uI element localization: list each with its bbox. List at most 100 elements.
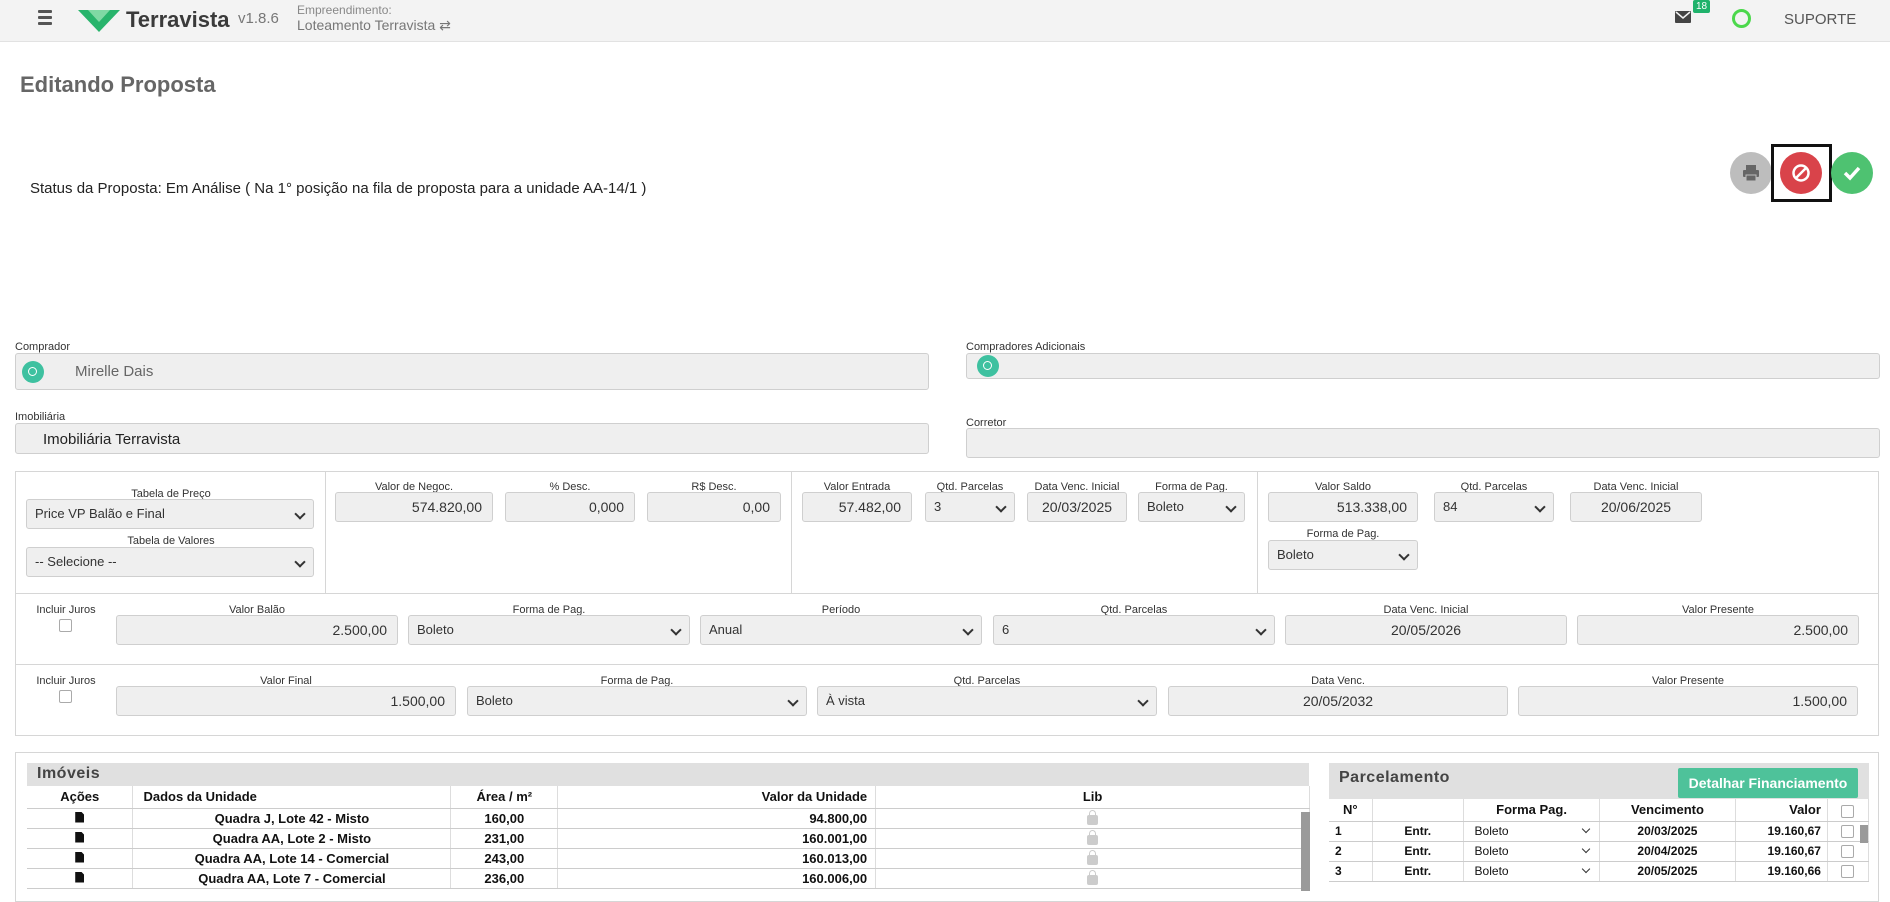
lock-icon[interactable]: [1087, 829, 1099, 845]
compradores-adicionais-field[interactable]: [966, 353, 1880, 379]
final-juros-checkbox[interactable]: [59, 690, 72, 703]
row-checkbox[interactable]: [1841, 865, 1855, 878]
ban-icon: [1792, 164, 1810, 182]
balao-forma-select[interactable]: Boleto: [408, 615, 690, 645]
imoveis-table: Ações Dados da Unidade Área / m² Valor d…: [27, 786, 1310, 889]
imobiliaria-field[interactable]: Imobiliária Terravista: [15, 423, 929, 454]
unidade-cell: Quadra AA, Lote 2 - Misto: [132, 828, 452, 849]
forma-pag-select[interactable]: Boleto: [1469, 822, 1595, 840]
forma-pag-select[interactable]: Boleto: [1469, 862, 1595, 880]
print-button[interactable]: [1730, 152, 1772, 194]
vencimento-cell: 20/03/2025: [1599, 821, 1736, 842]
file-icon[interactable]: [75, 811, 85, 823]
valor-entrada-input[interactable]: 57.482,00: [802, 492, 912, 522]
compradores-adicionais-label: Compradores Adicionais: [966, 341, 1086, 353]
imobiliaria-value: Imobiliária Terravista: [43, 431, 181, 448]
cancel-proposal-button[interactable]: [1780, 152, 1822, 194]
table-row: 1 Entr. Boleto 20/03/2025 19.160,67: [1329, 821, 1870, 842]
file-icon[interactable]: [75, 831, 85, 843]
forma-pag-select[interactable]: Boleto: [1469, 842, 1595, 860]
final-vp-input[interactable]: 1.500,00: [1518, 686, 1858, 716]
imoveis-header: Imóveis: [27, 763, 1309, 786]
parcelamento-scrollbar[interactable]: [1860, 825, 1868, 843]
search-icon[interactable]: [977, 355, 999, 377]
online-status-icon: [1732, 9, 1751, 28]
col-dados-unidade: Dados da Unidade: [132, 786, 452, 809]
balao-data-input[interactable]: 20/05/2026: [1285, 615, 1567, 645]
lock-icon[interactable]: [1087, 849, 1099, 865]
vencimento-cell: 20/04/2025: [1599, 841, 1736, 862]
unidade-cell: Quadra AA, Lote 14 - Comercial: [132, 848, 452, 869]
final-data-input[interactable]: 20/05/2032: [1168, 686, 1508, 716]
balao-juros-label: Incluir Juros: [36, 604, 96, 616]
valor-cell: 160.006,00: [557, 868, 877, 889]
tabela-valores-select[interactable]: -- Selecione --: [26, 547, 314, 577]
corretor-field[interactable]: [966, 428, 1880, 458]
table-row[interactable]: Quadra AA, Lote 2 - Misto 231,00 160.001,0…: [27, 828, 1310, 849]
row-checkbox[interactable]: [1841, 845, 1855, 858]
imoveis-scrollbar[interactable]: [1301, 812, 1310, 891]
numero-cell: 2: [1329, 841, 1373, 862]
divider: [791, 472, 792, 593]
row-checkbox[interactable]: [1841, 825, 1855, 838]
rs-desc-input[interactable]: 0,00: [647, 492, 781, 522]
divider: [1257, 472, 1258, 593]
vencimento-cell: 20/05/2025: [1599, 861, 1736, 882]
table-row[interactable]: Quadra AA, Lote 14 - Comercial 243,00 160.…: [27, 848, 1310, 869]
empreendimento-switch[interactable]: Loteamento Terravista ⇄: [297, 17, 451, 34]
balao-qtd-select[interactable]: 6: [993, 615, 1275, 645]
lib-cell: [875, 808, 1310, 829]
lib-cell: [875, 828, 1310, 849]
saldo-qtd-select[interactable]: 84: [1434, 492, 1554, 522]
tabela-preco-select[interactable]: Price VP Balão e Final: [26, 499, 314, 529]
saldo-data-input[interactable]: 20/06/2025: [1570, 492, 1702, 522]
col-acoes: Ações: [27, 786, 134, 809]
saldo-forma-select[interactable]: Boleto: [1268, 540, 1418, 570]
final-forma-select[interactable]: Boleto: [467, 686, 807, 716]
tipo-cell: Entr.: [1372, 861, 1464, 882]
file-icon[interactable]: [75, 851, 85, 863]
valor-negoc-input[interactable]: 574.820,00: [335, 492, 493, 522]
table-row[interactable]: Quadra J, Lote 42 - Misto 160,00 94.800,00: [27, 808, 1310, 829]
final-qtd-select[interactable]: À vista: [817, 686, 1157, 716]
tabela-valores-label: Tabela de Valores: [127, 535, 215, 547]
col-area: Área / m²: [450, 786, 559, 809]
page-title: Editando Proposta: [20, 72, 216, 97]
valor-saldo-input[interactable]: 513.338,00: [1268, 492, 1418, 522]
unidade-cell: Quadra J, Lote 42 - Misto: [132, 808, 452, 829]
mail-icon[interactable]: [1675, 11, 1691, 23]
area-cell: 160,00: [450, 808, 559, 829]
app-name: Terravista: [126, 7, 230, 32]
valor-final-input[interactable]: 1.500,00: [116, 686, 456, 716]
area-cell: 236,00: [450, 868, 559, 889]
balao-vp-input[interactable]: 2.500,00: [1577, 615, 1859, 645]
divider: [325, 472, 326, 593]
save-proposal-button[interactable]: [1831, 152, 1873, 194]
logo-icon: [78, 10, 120, 32]
file-icon[interactable]: [75, 871, 85, 883]
col-vencimento: Vencimento: [1599, 799, 1736, 822]
comprador-field[interactable]: Mirelle Dais: [15, 353, 929, 390]
balao-periodo-select[interactable]: Anual: [700, 615, 982, 645]
table-row[interactable]: Quadra AA, Lote 7 - Comercial 236,00 160.0…: [27, 868, 1310, 889]
menu-icon[interactable]: [38, 10, 52, 26]
detalhar-financiamento-button[interactable]: Detalhar Financiamento: [1678, 768, 1858, 798]
balao-juros-checkbox[interactable]: [59, 619, 72, 632]
select-all-checkbox[interactable]: [1841, 804, 1855, 818]
valor-cell: 160.013,00: [557, 848, 877, 869]
entrada-qtd-select[interactable]: 3: [925, 492, 1015, 522]
entrada-data-input[interactable]: 20/03/2025: [1027, 492, 1127, 522]
entrada-forma-select[interactable]: Boleto: [1138, 492, 1245, 522]
saldo-forma-label: Forma de Pag.: [1306, 528, 1380, 540]
tipo-cell: Entr.: [1372, 821, 1464, 842]
acoes-cell: [27, 848, 134, 869]
lock-icon[interactable]: [1087, 869, 1099, 885]
pct-desc-input[interactable]: 0,000: [505, 492, 635, 522]
comprador-value: Mirelle Dais: [75, 363, 154, 380]
lock-icon[interactable]: [1087, 809, 1099, 825]
search-icon[interactable]: [22, 361, 44, 383]
valor-balao-input[interactable]: 2.500,00: [116, 615, 398, 645]
parcelamento-title: Parcelamento: [1339, 769, 1450, 786]
col-select-all: [1827, 799, 1870, 822]
support-link[interactable]: SUPORTE: [1784, 11, 1856, 28]
